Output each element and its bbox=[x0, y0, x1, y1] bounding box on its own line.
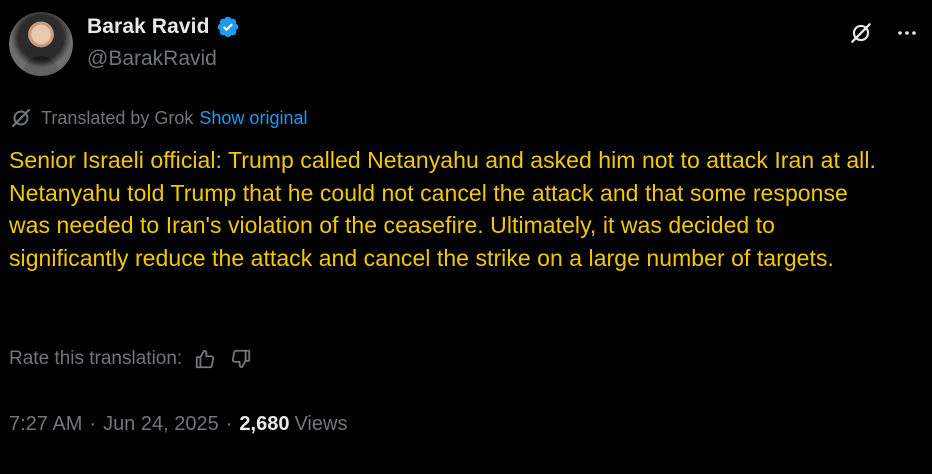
avatar[interactable] bbox=[9, 12, 73, 76]
grok-icon[interactable] bbox=[846, 18, 876, 48]
views-label: Views bbox=[294, 412, 348, 435]
more-dots-icon[interactable] bbox=[892, 18, 922, 48]
name-row: Barak Ravid bbox=[87, 14, 240, 40]
display-name[interactable]: Barak Ravid bbox=[87, 15, 210, 39]
tweet-header: Barak Ravid @BarakRavid bbox=[9, 12, 922, 78]
tweet-container: Barak Ravid @BarakRavid Translated by Gr… bbox=[0, 0, 932, 474]
rate-translation-label: Rate this translation: bbox=[9, 348, 183, 369]
tweet-date[interactable]: Jun 24, 2025 bbox=[103, 413, 219, 436]
views-count: 2,680 bbox=[239, 412, 290, 435]
author-names: Barak Ravid @BarakRavid bbox=[87, 14, 240, 71]
handle[interactable]: @BarakRavid bbox=[87, 47, 240, 71]
thumbs-down-icon[interactable] bbox=[228, 346, 254, 372]
verified-badge-icon[interactable] bbox=[216, 15, 240, 39]
show-original-link[interactable]: Show original bbox=[199, 108, 307, 129]
tweet-text: Senior Israeli official: Trump called Ne… bbox=[9, 147, 876, 271]
top-actions bbox=[846, 18, 922, 48]
thumbs-up-icon[interactable] bbox=[192, 346, 218, 372]
tweet-time[interactable]: 7:27 AM bbox=[9, 413, 82, 436]
separator: · bbox=[89, 412, 97, 435]
separator: · bbox=[225, 412, 233, 435]
grok-icon bbox=[9, 106, 33, 130]
tweet-meta: 7:27 AM · Jun 24, 2025 · 2,680 Views bbox=[9, 408, 347, 440]
translated-by-label: Translated by Grok bbox=[41, 107, 194, 128]
translation-info: Translated by Grok Show original bbox=[9, 104, 307, 132]
rate-translation: Rate this translation: bbox=[9, 344, 254, 374]
